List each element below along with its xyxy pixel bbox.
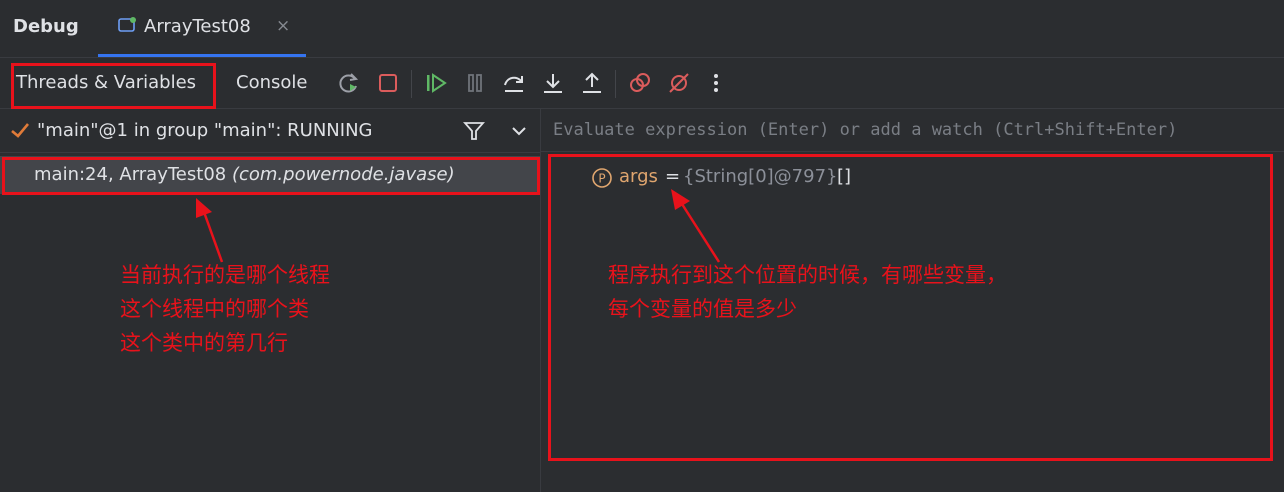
annotation-arrows [196, 189, 721, 263]
annotation-right: 程序执行到这个位置的时候，有哪些变量， 每个变量的值是多少 [608, 263, 1007, 321]
annotation-left: 当前执行的是哪个线程 这个线程中的哪个类 这个类中的第几行 [120, 263, 330, 355]
